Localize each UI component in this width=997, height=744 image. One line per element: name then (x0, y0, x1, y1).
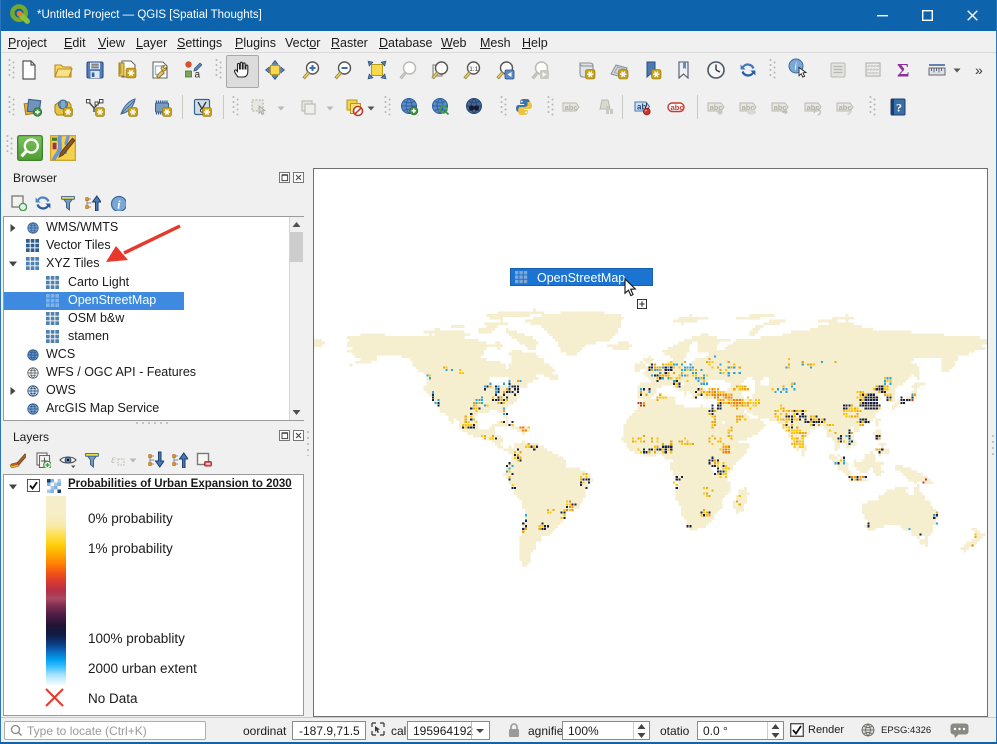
svg-text:?: ? (896, 101, 902, 115)
svg-text:abc: abc (807, 103, 820, 112)
svg-text:abc: abc (671, 103, 684, 112)
svg-text:a: a (195, 70, 201, 81)
svg-text:i: i (794, 62, 797, 73)
svg-text:ε: ε (111, 452, 116, 466)
svg-text:Σ: Σ (897, 61, 909, 81)
svg-text:abc: abc (774, 103, 787, 112)
svg-text:abc: abc (565, 103, 578, 112)
svg-text:abc: abc (839, 103, 852, 112)
svg-text:1:1: 1:1 (469, 66, 478, 73)
